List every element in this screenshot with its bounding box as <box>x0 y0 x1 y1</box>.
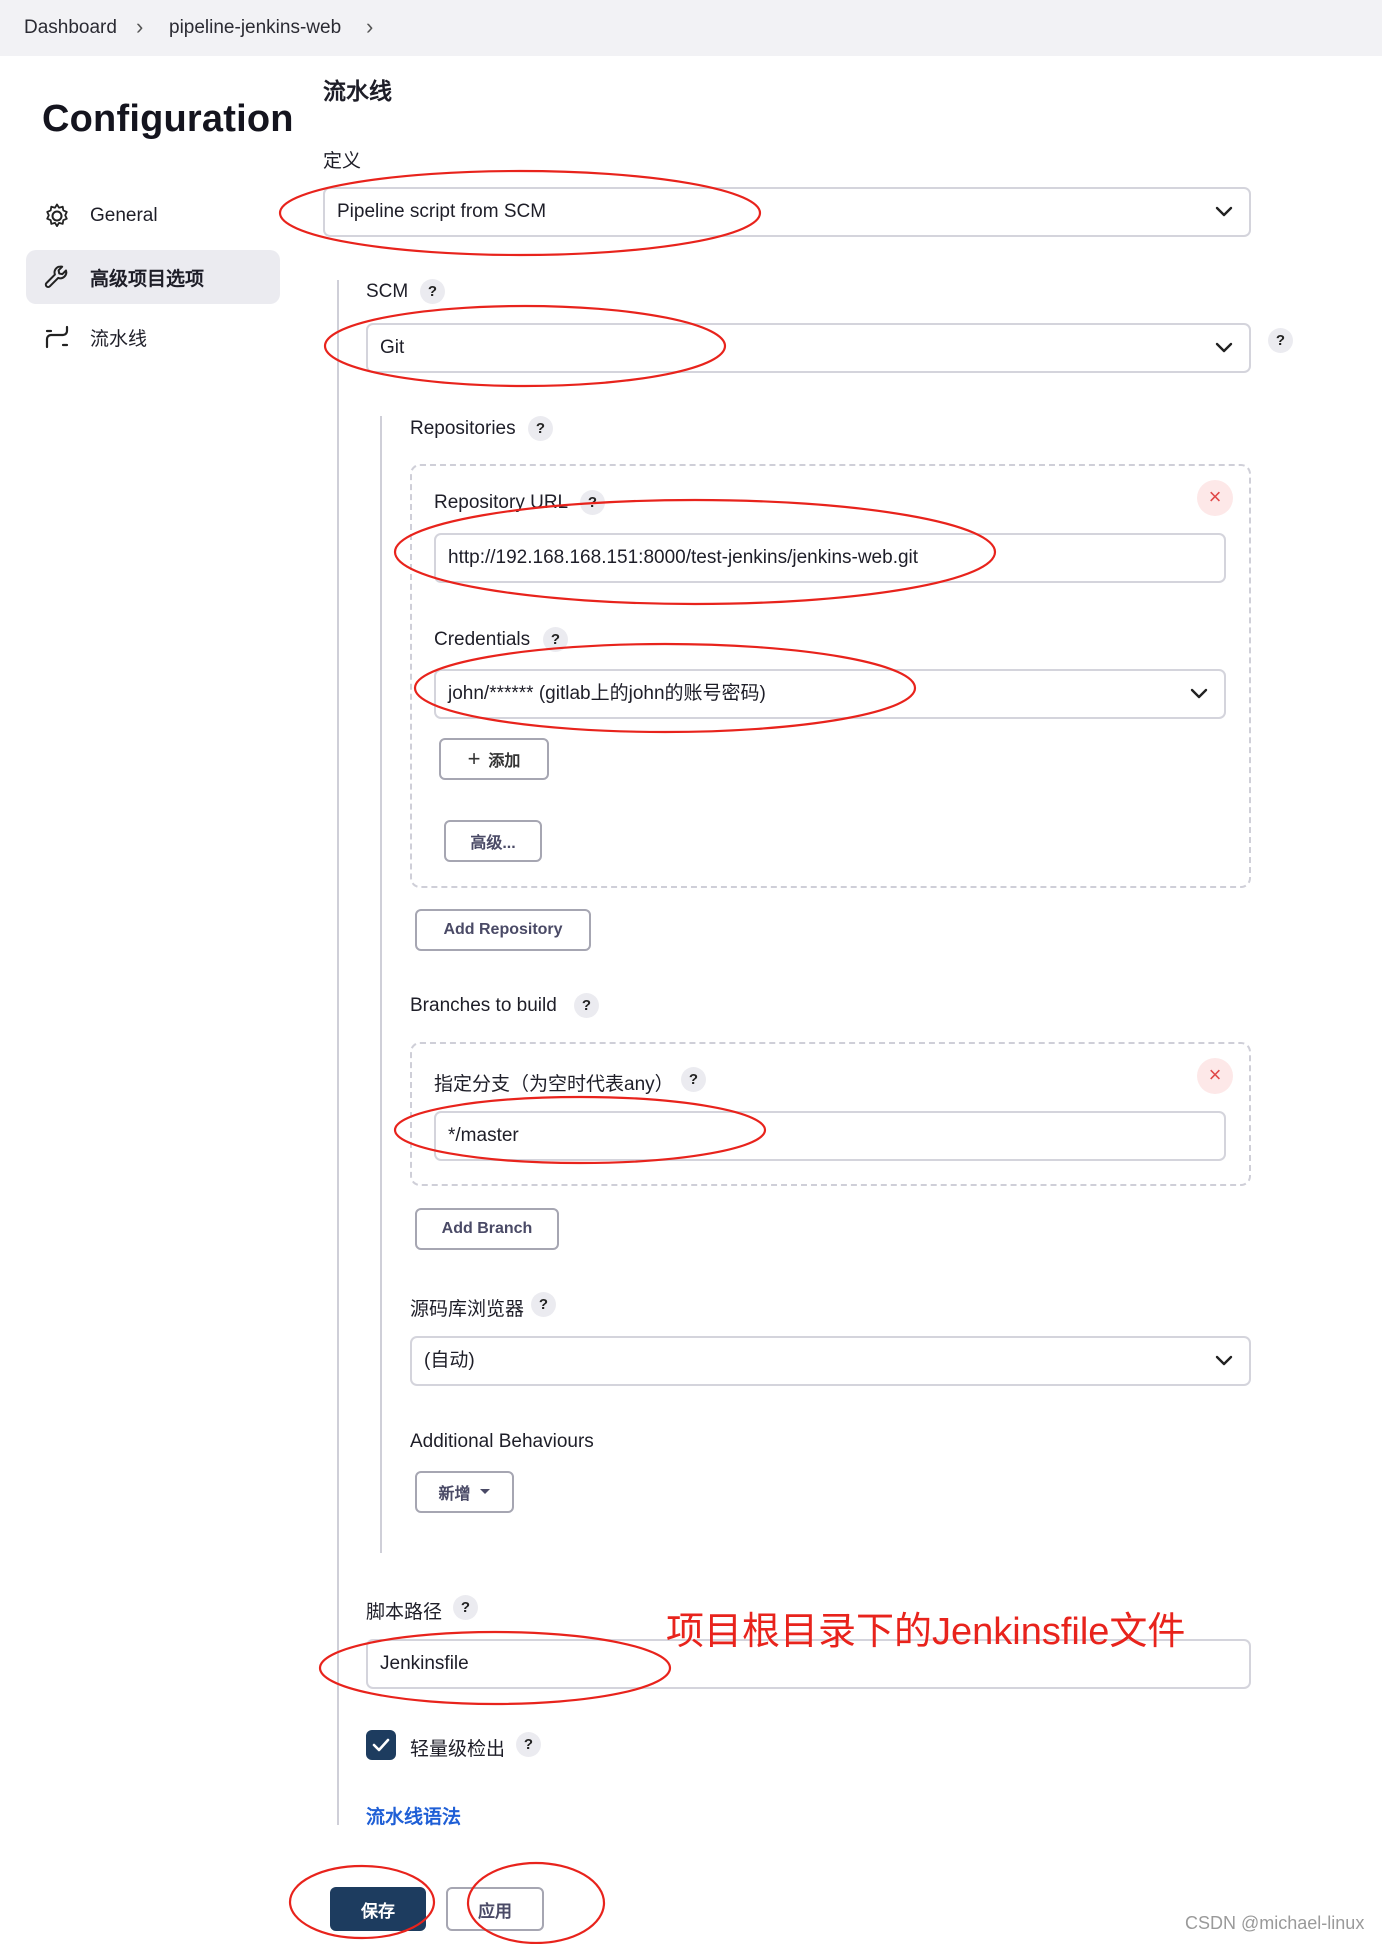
definition-select[interactable]: Pipeline script from SCM <box>323 187 1251 237</box>
remove-repository-icon[interactable]: × <box>1197 480 1233 516</box>
apply-button[interactable]: 应用 <box>446 1887 544 1931</box>
save-button[interactable]: 保存 <box>330 1887 426 1931</box>
add-repository-button[interactable]: Add Repository <box>415 909 591 951</box>
credentials-value: john/****** (gitlab上的john的账号密码) <box>448 683 766 704</box>
repo-browser-select[interactable]: (自动) <box>410 1336 1251 1386</box>
repositories-label: Repositories <box>410 418 516 439</box>
sidebar-item-label: 流水线 <box>90 328 148 350</box>
repo-browser-value: (自动) <box>424 1350 475 1371</box>
add-branch-button[interactable]: Add Branch <box>415 1208 559 1250</box>
add-behaviour-dropdown[interactable]: 新增 <box>415 1471 514 1513</box>
chevron-down-icon <box>1215 1355 1233 1366</box>
chevron-right-icon: › <box>136 14 144 39</box>
breadcrumb-job[interactable]: pipeline-jenkins-web <box>169 17 341 39</box>
sidebar-item-label: 高级项目选项 <box>90 268 205 290</box>
repo-url-input[interactable]: http://192.168.168.151:8000/test-jenkins… <box>434 533 1226 583</box>
help-icon[interactable]: ? <box>574 993 599 1018</box>
additional-behaviours-label: Additional Behaviours <box>410 1431 594 1452</box>
advanced-button[interactable]: 高级... <box>444 820 542 862</box>
sidebar-item-label: General <box>90 205 158 226</box>
lightweight-label: 轻量级检出 <box>410 1739 506 1760</box>
watermark: CSDN @michael-linux <box>1185 1913 1365 1933</box>
repo-browser-label: 源码库浏览器 <box>410 1299 525 1320</box>
branch-spec-label: 指定分支（为空时代表any） <box>434 1074 674 1095</box>
caret-down-icon <box>479 1489 490 1494</box>
nesting-line <box>337 280 339 1825</box>
pipeline-syntax-link[interactable]: 流水线语法 <box>366 1802 461 1829</box>
gear-icon <box>42 201 72 231</box>
definition-label: 定义 <box>323 151 362 172</box>
sidebar-item-general[interactable]: General <box>26 189 280 243</box>
wrench-icon <box>42 262 72 292</box>
remove-branch-icon[interactable]: × <box>1197 1058 1233 1094</box>
sidebar-item-pipeline[interactable]: 流水线 <box>26 310 280 364</box>
breadcrumb: Dashboard › pipeline-jenkins-web › <box>0 0 1382 56</box>
nesting-line <box>380 416 382 1553</box>
help-icon[interactable]: ? <box>453 1595 478 1620</box>
help-icon[interactable]: ? <box>1268 328 1293 353</box>
breadcrumb-dashboard[interactable]: Dashboard <box>24 17 117 39</box>
add-credentials-button[interactable]: + 添加 <box>439 738 549 780</box>
credentials-select[interactable]: john/****** (gitlab上的john的账号密码) <box>434 669 1226 719</box>
script-path-label: 脚本路径 <box>366 1602 443 1623</box>
scm-select[interactable]: Git <box>366 323 1251 373</box>
chevron-down-icon <box>1215 342 1233 353</box>
pipeline-icon <box>42 322 72 352</box>
chevron-down-icon <box>1215 206 1233 217</box>
annotation-text: 项目根目录下的Jenkinsfile文件 <box>666 1611 1186 1653</box>
help-icon[interactable]: ? <box>531 1292 556 1317</box>
add-label: 添加 <box>488 753 521 770</box>
branches-label: Branches to build <box>410 995 557 1016</box>
chevron-down-icon <box>1190 688 1208 699</box>
credentials-label: Credentials <box>434 629 531 650</box>
sidebar-item-advanced[interactable]: 高级项目选项 <box>26 250 280 304</box>
help-icon[interactable]: ? <box>420 279 445 304</box>
chevron-right-icon[interactable]: › <box>366 14 373 40</box>
check-icon <box>372 1738 390 1752</box>
definition-value: Pipeline script from SCM <box>337 201 547 222</box>
help-icon[interactable]: ? <box>580 490 605 515</box>
section-title: 流水线 <box>323 78 392 104</box>
scm-label: SCM <box>366 281 409 302</box>
help-icon[interactable]: ? <box>681 1067 706 1092</box>
help-icon[interactable]: ? <box>516 1732 541 1757</box>
new-label: 新增 <box>438 1486 471 1503</box>
plus-icon: + <box>467 746 481 771</box>
scm-value: Git <box>380 337 405 358</box>
lightweight-checkbox[interactable] <box>366 1730 396 1760</box>
repo-url-label: Repository URL <box>434 492 569 513</box>
help-icon[interactable]: ? <box>528 416 553 441</box>
page-title: Configuration <box>42 98 294 140</box>
branch-spec-input[interactable]: */master <box>434 1111 1226 1161</box>
help-icon[interactable]: ? <box>543 627 568 652</box>
